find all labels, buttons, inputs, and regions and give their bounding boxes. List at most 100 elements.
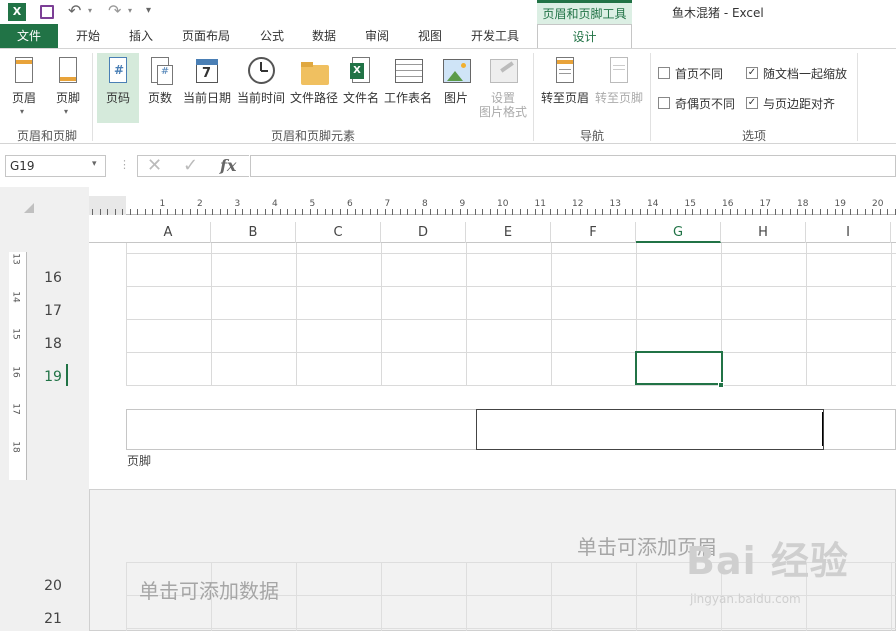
ruler-tick xyxy=(107,209,108,215)
ruler-tick xyxy=(857,209,858,215)
ruler-tick xyxy=(722,209,723,215)
current-time-button[interactable]: 当前时间 xyxy=(236,53,286,123)
column-header-g[interactable]: G xyxy=(636,222,721,243)
tab-page-layout[interactable]: 页面布局 xyxy=(174,24,238,48)
ruler-tick xyxy=(617,209,618,215)
row-header-21[interactable]: 21 xyxy=(38,611,68,627)
ruler-tick xyxy=(632,209,633,215)
name-box[interactable]: G19 xyxy=(5,155,106,177)
ruler-tick xyxy=(519,209,521,215)
column-header-e[interactable]: E xyxy=(466,222,551,243)
group-label-navigation: 导航 xyxy=(579,129,604,143)
insert-function-icon[interactable]: fx xyxy=(220,156,236,175)
tab-home[interactable]: 开始 xyxy=(66,24,110,48)
row-header-18[interactable]: 18 xyxy=(38,336,68,352)
diff-first-page-checkbox[interactable] xyxy=(658,67,670,79)
fill-handle[interactable] xyxy=(718,382,724,388)
column-header-h[interactable]: H xyxy=(721,222,806,243)
file-name-button[interactable]: X 文件名 xyxy=(342,53,380,123)
grid-row-line xyxy=(126,286,896,287)
format-picture-icon xyxy=(490,57,518,87)
ruler-tick xyxy=(894,209,896,215)
tab-developer[interactable]: 开发工具 xyxy=(462,24,528,48)
save-icon[interactable] xyxy=(40,5,54,19)
ruler-tick xyxy=(812,209,813,215)
ruler-tick xyxy=(369,209,371,215)
scale-with-doc-checkbox[interactable]: ✓ xyxy=(746,67,758,79)
ruler-tick xyxy=(294,209,296,215)
ruler-tick xyxy=(572,209,573,215)
excel-logo-icon: X xyxy=(8,3,26,21)
file-path-button[interactable]: 文件路径 xyxy=(289,53,339,123)
ruler-tick xyxy=(354,209,356,215)
name-box-dropdown-icon[interactable]: ▾ xyxy=(92,159,97,169)
tab-file[interactable]: 文件 xyxy=(0,24,58,48)
ruler-tick xyxy=(114,209,116,215)
ruler-tick xyxy=(219,209,221,215)
tab-design[interactable]: 设计 xyxy=(537,24,632,49)
page-count-button[interactable]: # 页数 xyxy=(142,53,178,123)
ruler-tick xyxy=(849,209,851,215)
sheet-name-button[interactable]: 工作表名 xyxy=(383,53,433,123)
tab-data[interactable]: 数据 xyxy=(302,24,346,48)
grid-col-line xyxy=(891,562,892,631)
grid-row-line xyxy=(126,385,896,386)
ruler-number: 18 xyxy=(797,199,809,209)
ruler-tick xyxy=(317,209,318,215)
tab-review[interactable]: 审阅 xyxy=(355,24,399,48)
footer-doc-icon xyxy=(55,57,81,87)
grid-col-line xyxy=(551,243,552,386)
redo-dropdown-icon[interactable]: ▾ xyxy=(128,6,132,15)
column-header-d[interactable]: D xyxy=(381,222,466,243)
column-header-i[interactable]: I xyxy=(806,222,891,243)
ruler-tick xyxy=(332,209,333,215)
data-placeholder[interactable]: 单击可添加数据 xyxy=(139,575,279,604)
ruler-tick xyxy=(497,209,498,215)
row-header-16[interactable]: 16 xyxy=(38,270,68,286)
ruler-number: 11 xyxy=(534,199,546,209)
column-header-a[interactable]: A xyxy=(126,222,211,243)
ruler-tick xyxy=(714,209,716,215)
grid-col-line xyxy=(296,562,297,631)
goto-header-button[interactable]: 转至页眉 xyxy=(539,53,591,123)
tab-formulas[interactable]: 公式 xyxy=(250,24,294,48)
picture-button[interactable]: 图片 xyxy=(438,53,474,123)
group-separator xyxy=(92,53,93,141)
ruler-number: 14 xyxy=(647,199,659,209)
tab-view[interactable]: 视图 xyxy=(408,24,452,48)
footer-center-section[interactable] xyxy=(476,409,824,450)
page-number-button[interactable]: # 页码 xyxy=(97,53,139,123)
column-header-c[interactable]: C xyxy=(296,222,381,243)
cancel-icon[interactable]: ✕ xyxy=(147,155,162,176)
ruler-tick xyxy=(182,209,183,215)
select-all-button[interactable] xyxy=(24,203,34,213)
column-header-b[interactable]: B xyxy=(211,222,296,243)
undo-icon[interactable]: ↶ xyxy=(68,1,81,20)
redo-icon[interactable]: ↷ xyxy=(108,1,121,20)
formula-input[interactable] xyxy=(250,155,896,177)
selected-cell-g19[interactable] xyxy=(635,351,723,385)
row-header-17[interactable]: 17 xyxy=(38,303,68,319)
row-header-20[interactable]: 20 xyxy=(38,578,68,594)
column-header-f[interactable]: F xyxy=(551,222,636,243)
current-date-button[interactable]: 7 当前日期 xyxy=(182,53,232,123)
align-margins-checkbox[interactable]: ✓ xyxy=(746,97,758,109)
context-tab-band: 页眉和页脚工具 xyxy=(537,0,632,24)
ruler-tick xyxy=(489,209,491,215)
undo-dropdown-icon[interactable]: ▾ xyxy=(88,6,92,15)
diff-odd-even-checkbox[interactable] xyxy=(658,97,670,109)
active-row-marker xyxy=(66,364,68,386)
enter-icon[interactable]: ✓ xyxy=(183,155,198,176)
footer-button[interactable]: 页脚 ▾ xyxy=(50,53,86,123)
customize-qat-icon[interactable]: ▾ xyxy=(146,5,151,16)
ruler-tick xyxy=(827,209,828,215)
row-header-19[interactable]: 19 xyxy=(38,369,68,385)
ruler-tick xyxy=(242,209,243,215)
ruler-tick xyxy=(347,209,348,215)
grid-col-line xyxy=(891,243,892,386)
header-button[interactable]: 页眉 ▾ xyxy=(6,53,42,123)
tab-insert[interactable]: 插入 xyxy=(119,24,163,48)
excel-file-icon: X xyxy=(348,57,374,87)
ruler-tick xyxy=(564,209,566,215)
grid-row-line xyxy=(126,352,896,353)
